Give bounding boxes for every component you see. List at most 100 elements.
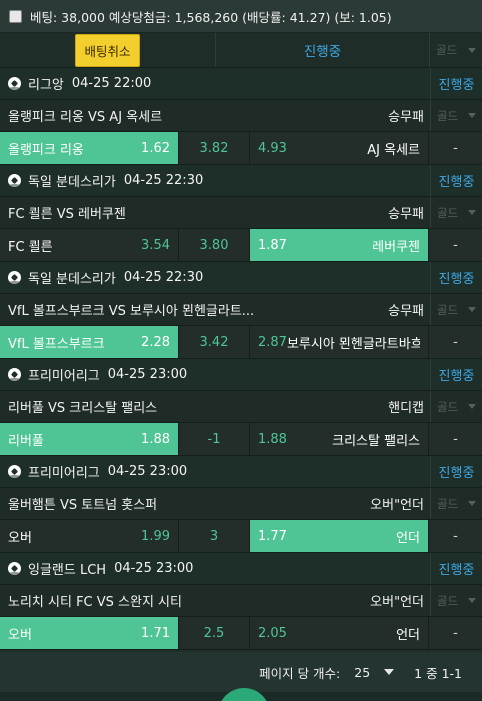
match-status: 진행중 <box>430 165 482 196</box>
home-odd-button[interactable]: VfL 볼프스부르크 2.28 <box>0 326 179 358</box>
remove-bet-cell[interactable]: - <box>429 520 482 552</box>
match-title-row: VfL 볼프스부르크 VS 보루시아 묀헨글라트... 승무패 골드 <box>0 294 482 326</box>
away-team-name: 보루시아 묀헨글라트바흐 <box>286 336 420 352</box>
gold-select-label: 골드 <box>437 108 459 123</box>
draw-odd-button[interactable]: 3.42 <box>179 326 250 358</box>
gold-select-label: 골드 <box>436 43 458 57</box>
select-all-checkbox[interactable] <box>9 9 22 23</box>
match-title: 올랭피크 리옹 VS AJ 옥세르 <box>8 110 163 125</box>
gold-select[interactable]: 골드 <box>430 585 482 616</box>
soccer-ball-icon <box>8 77 21 90</box>
home-odd-value: 3.54 <box>141 237 170 253</box>
away-odd-value: 1.87 <box>258 237 287 253</box>
home-team-name: 올랭피크 리옹 <box>8 142 84 158</box>
match-time: 04-25 23:00 <box>114 561 194 576</box>
odds-row: 리버풀 1.88 -1 1.88 크리스탈 팰리스 - <box>0 423 482 456</box>
match-status: 진행중 <box>430 553 482 584</box>
away-team-name: 레버쿠젠 <box>372 239 420 255</box>
draw-odd-button[interactable]: 2.5 <box>179 617 250 649</box>
page-range: 1 중 1-1 <box>414 665 462 681</box>
odds-row: 올랭피크 리옹 1.62 3.82 4.93 AJ 옥세르 - <box>0 132 482 165</box>
gold-select-label: 골드 <box>437 302 459 317</box>
gold-select-label: 골드 <box>437 205 459 220</box>
home-team-name: 오버 <box>8 627 32 643</box>
gold-select[interactable]: 골드 <box>430 197 482 228</box>
gold-select[interactable]: 골드 <box>430 33 482 67</box>
home-team-name: VfL 볼프스부르크 <box>8 336 105 352</box>
match-title: 울버햄튼 VS 토트넘 홋스퍼 <box>8 498 158 513</box>
match-time: 04-25 22:30 <box>123 173 204 188</box>
chevron-down-icon <box>468 307 476 312</box>
away-odd-button[interactable]: 1.88 크리스탈 팰리스 <box>250 423 429 455</box>
draw-odd-button[interactable]: -1 <box>179 423 250 455</box>
away-odd-value: 1.77 <box>258 528 287 544</box>
away-odd-button[interactable]: 2.05 언더 <box>250 617 429 649</box>
chevron-down-icon[interactable] <box>384 669 395 675</box>
match-list: 리그앙 04-25 22:00 진행중 올랭피크 리옹 VS AJ 옥세르 승무… <box>0 68 482 650</box>
chevron-down-icon <box>468 404 476 409</box>
chevron-down-icon <box>468 47 476 53</box>
match-status: 진행중 <box>430 456 482 487</box>
odds-row: 오버 1.71 2.5 2.05 언더 - <box>0 617 482 650</box>
remove-bet-cell[interactable]: - <box>429 132 482 164</box>
league-row: 잉글랜드 LCH 04-25 23:00 진행중 <box>0 553 482 585</box>
soccer-ball-icon <box>8 465 21 478</box>
remove-bet-cell[interactable]: - <box>429 617 482 649</box>
market-type: 오버"언더 <box>370 595 424 610</box>
match-time: 04-25 23:00 <box>107 464 188 479</box>
draw-odd-button[interactable]: 3 <box>179 520 250 552</box>
match-title: 리버풀 VS 크리스탈 팰리스 <box>8 401 158 416</box>
away-odd-button[interactable]: 4.93 AJ 옥세르 <box>250 132 429 164</box>
match-title-row: 올랭피크 리옹 VS AJ 옥세르 승무패 골드 <box>0 100 482 132</box>
soccer-ball-icon <box>8 368 21 381</box>
home-odd-value: 1.71 <box>141 625 170 641</box>
home-odd-button[interactable]: 리버풀 1.88 <box>0 423 179 455</box>
away-odd-button[interactable]: 1.87 레버쿠젠 <box>250 229 429 261</box>
league-name: 잉글랜드 LCH <box>28 563 107 578</box>
home-team-name: 리버풀 <box>8 433 44 449</box>
away-odd-value: 4.93 <box>258 140 287 156</box>
gold-select-label: 골드 <box>437 593 459 608</box>
home-odd-button[interactable]: 오버 1.99 <box>0 520 179 552</box>
home-odd-button[interactable]: 올랭피크 리옹 1.62 <box>0 132 179 164</box>
draw-odd-button[interactable]: 3.82 <box>179 132 250 164</box>
gold-select-label: 골드 <box>437 399 459 414</box>
home-odd-button[interactable]: FC 쾰른 3.54 <box>0 229 179 261</box>
match-title-row: FC 쾰른 VS 레버쿠젠 승무패 골드 <box>0 197 482 229</box>
league-name: 독일 분데스리가 <box>28 272 116 287</box>
home-team-name: FC 쾰른 <box>8 239 53 255</box>
remove-bet-cell[interactable]: - <box>429 229 482 261</box>
away-team-name: 언더 <box>396 530 420 546</box>
match-time: 04-25 23:00 <box>107 367 188 382</box>
pagination-bar: 페이지 당 개수: 25 1 중 1-1 <box>0 652 482 692</box>
remove-bet-cell[interactable]: - <box>429 326 482 358</box>
league-row: 리그앙 04-25 22:00 진행중 <box>0 68 482 100</box>
home-odd-value: 1.99 <box>141 528 170 544</box>
gold-select[interactable]: 골드 <box>430 100 482 131</box>
market-type: 승무패 <box>388 304 424 319</box>
home-team-name: 오버 <box>8 530 32 546</box>
chevron-down-icon <box>468 210 476 215</box>
per-page-label: 페이지 당 개수: <box>259 665 341 681</box>
away-odd-button[interactable]: 2.87 보루시아 묀헨글라트바흐 <box>250 326 429 358</box>
away-odd-value: 2.05 <box>258 625 287 641</box>
gold-select[interactable]: 골드 <box>430 294 482 325</box>
away-odd-value: 1.88 <box>258 431 287 447</box>
odds-row: VfL 볼프스부르크 2.28 3.42 2.87 보루시아 묀헨글라트바흐 - <box>0 326 482 359</box>
home-odd-button[interactable]: 오버 1.71 <box>0 617 179 649</box>
draw-odd-button[interactable]: 3.80 <box>179 229 250 261</box>
remove-bet-cell[interactable]: - <box>429 423 482 455</box>
gold-select[interactable]: 골드 <box>430 488 482 519</box>
home-odd-value: 1.62 <box>141 140 170 156</box>
gold-select[interactable]: 골드 <box>430 391 482 422</box>
league-name: 독일 분데스리가 <box>28 175 116 190</box>
match-title-row: 울버햄튼 VS 토트넘 홋스퍼 오버"언더 골드 <box>0 488 482 520</box>
per-page-select[interactable]: 25 <box>354 665 370 680</box>
match-title: VfL 볼프스부르크 VS 보루시아 묀헨글라트... <box>8 304 255 319</box>
cancel-bet-button[interactable]: 배팅취소 <box>75 33 140 67</box>
chevron-down-icon <box>468 501 476 506</box>
match-title-row: 노리치 시티 FC VS 스완지 시티 오버"언더 골드 <box>0 585 482 617</box>
match-title-row: 리버풀 VS 크리스탈 팰리스 핸디캡 골드 <box>0 391 482 423</box>
away-odd-button[interactable]: 1.77 언더 <box>250 520 429 552</box>
bet-header: 배팅취소 진행중 골드 <box>0 33 482 68</box>
